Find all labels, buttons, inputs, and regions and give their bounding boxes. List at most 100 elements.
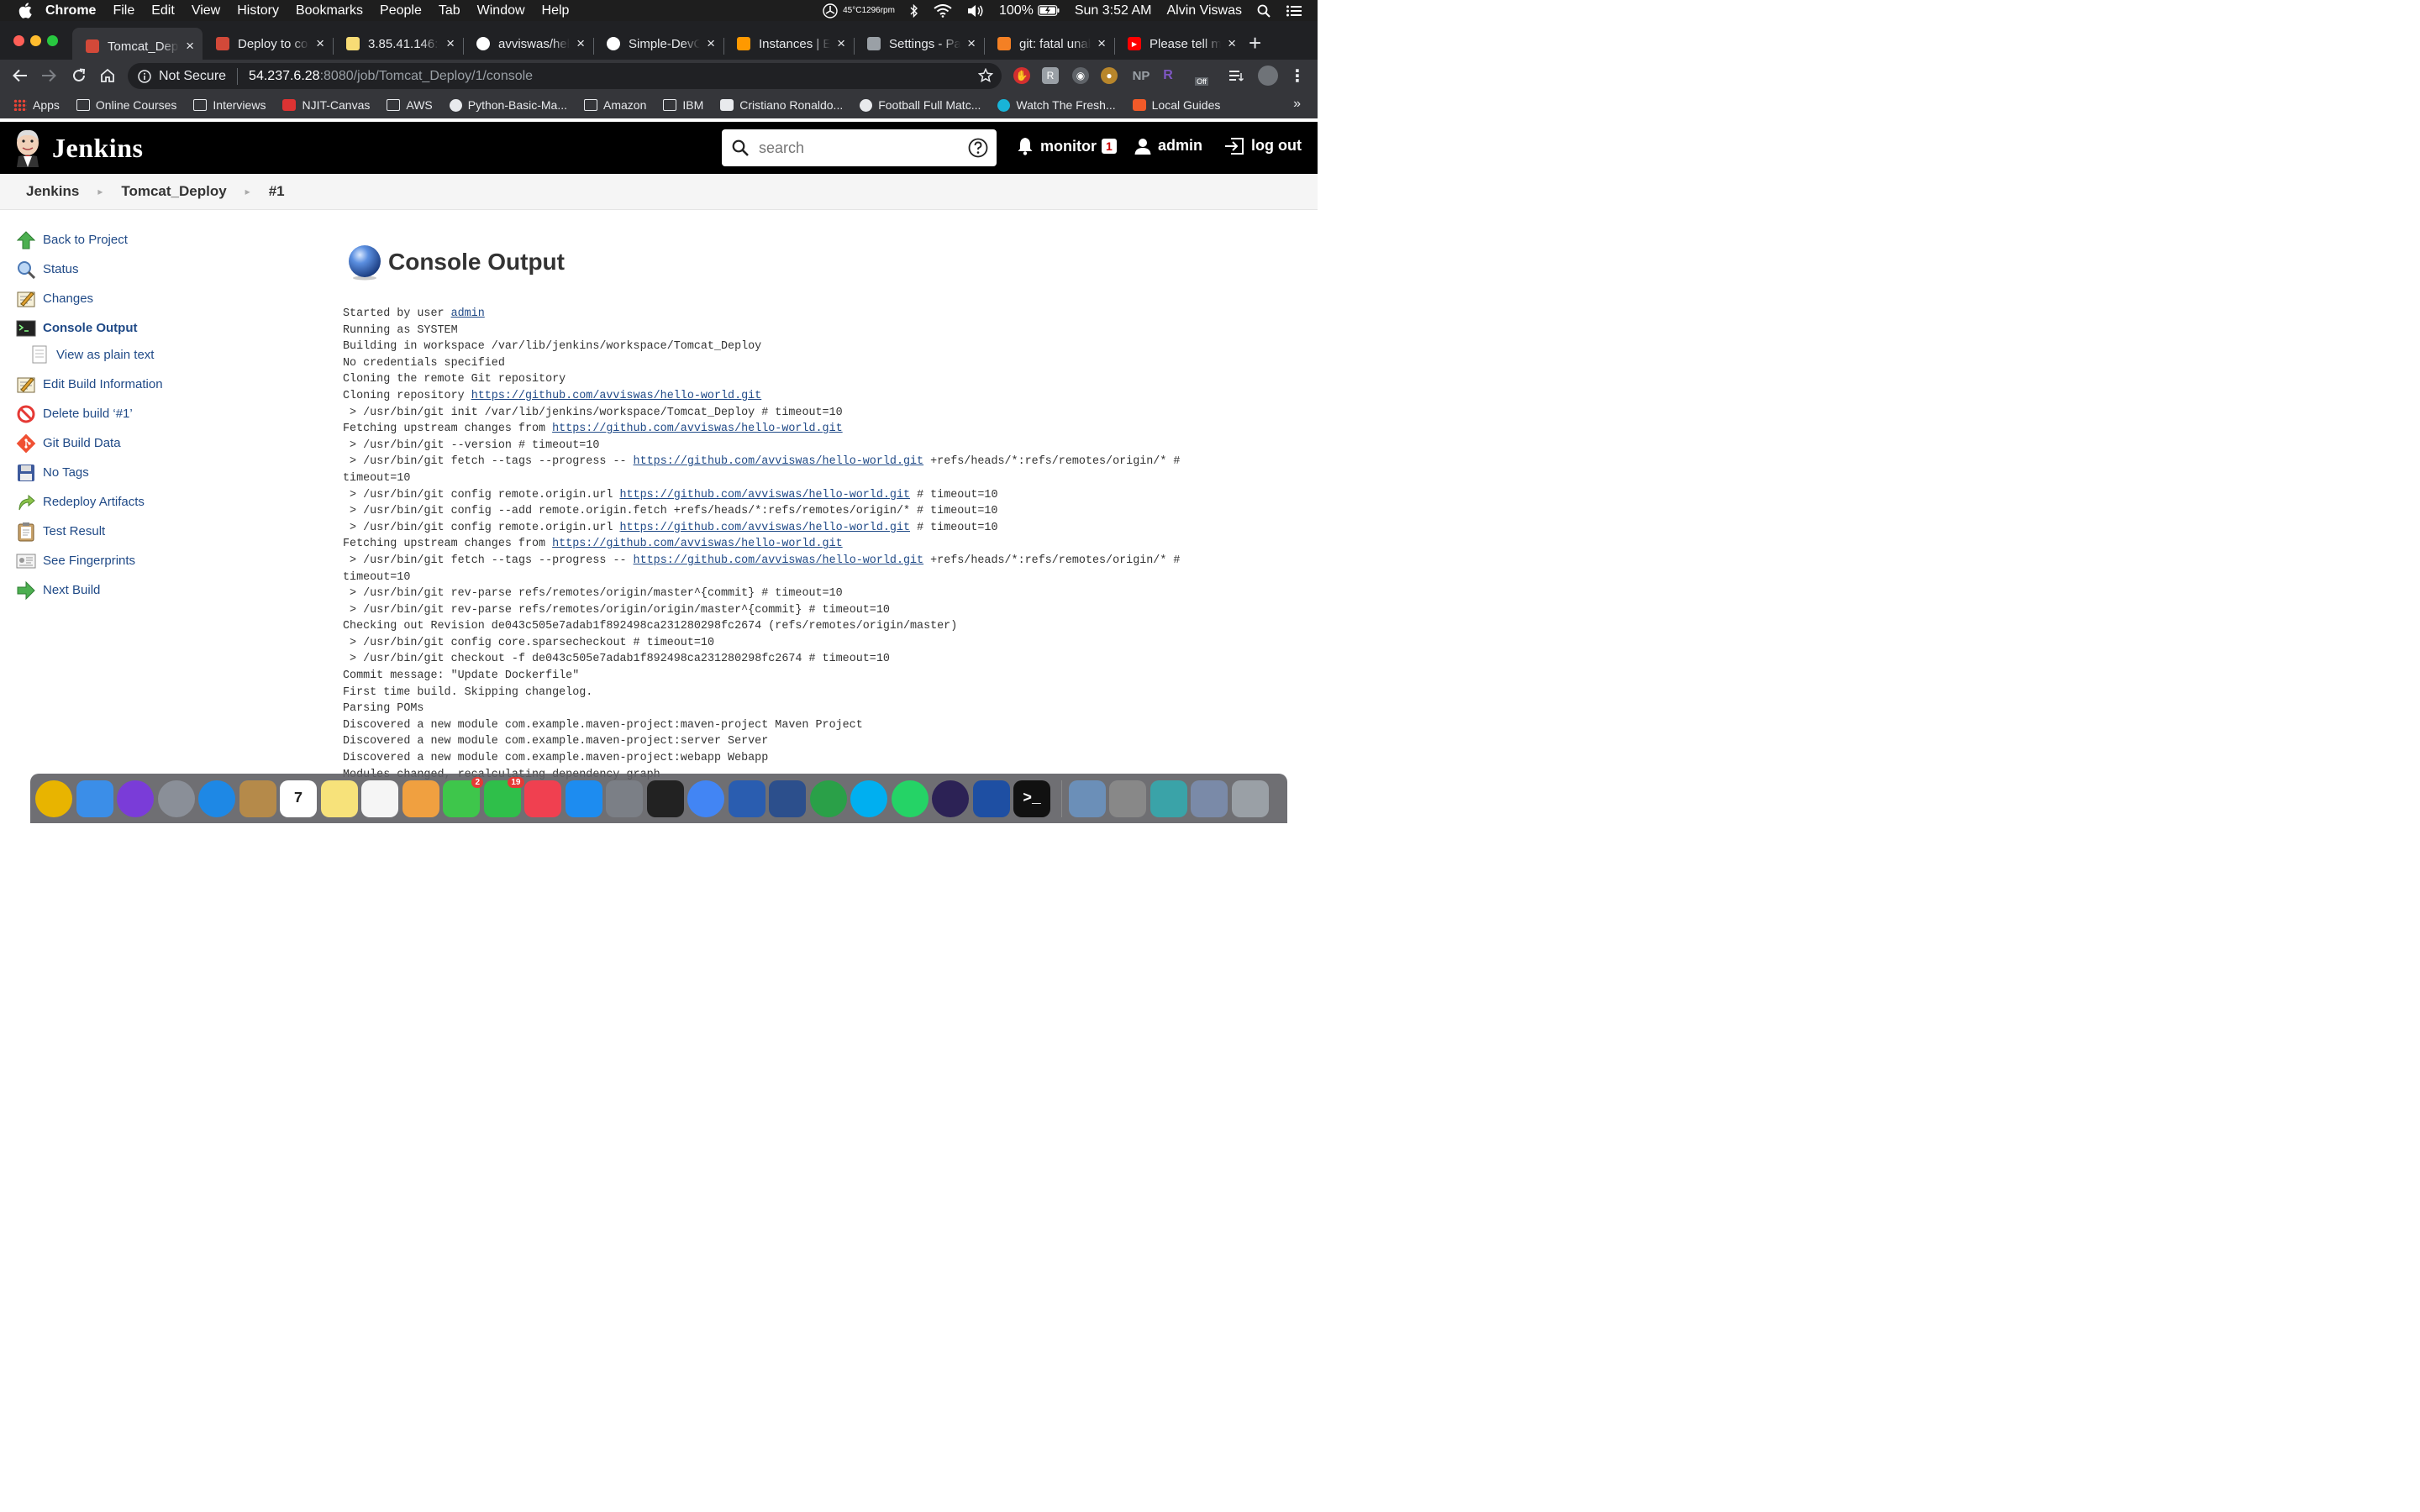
safari-icon[interactable] [198, 780, 235, 817]
breadcrumb-separator-icon[interactable]: ▸ [245, 186, 250, 197]
np-extension-icon[interactable]: NP [1129, 67, 1153, 84]
menu-item-file[interactable]: File [113, 3, 134, 18]
contacts-icon[interactable] [239, 780, 276, 817]
sidebar-item-changes[interactable]: Changes [15, 284, 292, 313]
console-link[interactable]: https://github.com/avviswas/hello-world.… [471, 390, 762, 402]
minimize-window-button[interactable] [30, 35, 41, 46]
breadcrumb-separator-icon[interactable]: ▸ [97, 186, 103, 197]
circle-app-icon[interactable] [809, 780, 847, 817]
eclipse-icon[interactable] [932, 780, 969, 817]
facetime-icon[interactable]: 19 [483, 776, 524, 817]
chrome-canary-icon[interactable] [35, 780, 72, 817]
finder-icon[interactable] [76, 780, 113, 817]
apple-icon[interactable] [18, 3, 34, 19]
calendar-icon[interactable]: 7 [280, 780, 317, 817]
home-icon[interactable] [96, 64, 119, 87]
console-link[interactable]: https://github.com/avviswas/hello-world.… [634, 554, 924, 567]
sidebar-item-redeploy-artifacts[interactable]: Redeploy Artifacts [15, 487, 292, 517]
sidebar-item-see-fingerprints[interactable]: See Fingerprints [15, 546, 292, 575]
sidebar-item-delete-build-1[interactable]: Delete build ‘#1’ [15, 399, 292, 428]
notes-icon[interactable] [320, 780, 358, 817]
disk-utility-icon[interactable] [1150, 780, 1187, 817]
info-icon[interactable] [138, 69, 151, 83]
reading-list-icon[interactable] [1228, 67, 1245, 84]
bookmark-item[interactable]: IBM [663, 98, 703, 112]
browser-tab[interactable]: 3.85.41.146:8080 × [333, 28, 463, 60]
bookmark-item[interactable]: Apps [13, 98, 60, 112]
reload-icon[interactable] [67, 64, 91, 87]
address-bar[interactable]: Not Secure 54.237.6.28:8080/job/Tomcat_D… [128, 63, 1002, 89]
bookmark-star-icon[interactable] [977, 67, 994, 87]
console-link[interactable]: https://github.com/avviswas/hello-world.… [619, 489, 910, 501]
skype-icon[interactable] [850, 780, 887, 817]
bookmark-item[interactable]: Local Guides [1132, 98, 1220, 112]
chrome-icon[interactable] [687, 780, 724, 817]
breadcrumb-jenkins[interactable]: Jenkins [26, 183, 79, 200]
console-link[interactable]: https://github.com/avviswas/hello-world.… [634, 455, 924, 468]
off-extension-icon[interactable]: Off [1192, 67, 1212, 86]
volume-icon[interactable] [967, 4, 984, 18]
keychain-icon[interactable] [1109, 780, 1146, 817]
search-box[interactable] [722, 129, 997, 166]
close-tab-icon[interactable]: × [186, 38, 194, 55]
whatsapp-icon[interactable] [891, 780, 929, 817]
bookmark-item[interactable]: Amazon [584, 98, 646, 112]
browser-tab[interactable]: Instances | EC2 × [723, 28, 854, 60]
close-tab-icon[interactable]: × [1228, 35, 1236, 52]
browser-tab[interactable]: Settings - Password × [854, 28, 984, 60]
messages-icon[interactable]: 2 [443, 776, 483, 817]
menu-item-tab[interactable]: Tab [439, 3, 460, 18]
sidebar-item-back-to-project[interactable]: Back to Project [15, 225, 292, 255]
terminal-app-icon[interactable]: >_ [1013, 780, 1050, 817]
browser-tab[interactable]: avviswas/hello-world × [463, 28, 593, 60]
r-extension-icon[interactable]: R [1160, 67, 1176, 84]
sidebar-item-next-build[interactable]: Next Build [15, 575, 292, 605]
close-tab-icon[interactable]: × [576, 35, 585, 52]
battery-status[interactable]: 100% [999, 3, 1060, 18]
bookmark-item[interactable]: AWS [387, 98, 433, 112]
user-name[interactable]: Alvin Viswas [1166, 3, 1242, 18]
sidebar-item-view-as-plain-text[interactable]: View as plain text [15, 343, 292, 366]
security-label[interactable]: Not Secure [159, 69, 226, 84]
reminders-icon[interactable] [361, 780, 398, 817]
close-window-button[interactable] [13, 35, 24, 46]
temperature-readout[interactable]: 45°C 1296rpm [843, 6, 895, 15]
close-tab-icon[interactable]: × [707, 35, 715, 52]
console-link[interactable]: https://github.com/avviswas/hello-world.… [619, 522, 910, 534]
sidebar-item-test-result[interactable]: Test Result [15, 517, 292, 546]
console-link[interactable]: https://github.com/avviswas/hello-world.… [552, 423, 843, 435]
back-icon[interactable] [8, 64, 32, 87]
logout-link[interactable]: log out [1224, 137, 1302, 155]
jenkins-home-link[interactable]: Jenkins [13, 129, 143, 167]
menu-app-name[interactable]: Chrome [45, 3, 96, 18]
browser-tab[interactable]: git: fatal unable × [984, 28, 1114, 60]
screens-icon[interactable] [769, 780, 806, 817]
menu-item-view[interactable]: View [192, 3, 220, 18]
bluetooth-icon[interactable] [910, 3, 918, 18]
close-tab-icon[interactable]: × [837, 35, 845, 52]
sidebar-item-no-tags[interactable]: No Tags [15, 458, 292, 487]
bookmark-item[interactable]: Cristiano Ronaldo... [720, 98, 843, 112]
menu-item-bookmarks[interactable]: Bookmarks [296, 3, 363, 18]
record-extension-icon[interactable]: ◉ [1072, 67, 1089, 84]
activity-monitor-icon[interactable] [646, 780, 684, 817]
control-center-icon[interactable] [1286, 4, 1302, 18]
bookmark-item[interactable]: Football Full Matc... [860, 98, 981, 112]
user-link[interactable]: admin [1134, 137, 1202, 155]
adblock-extension-icon[interactable]: ✋ [1013, 67, 1030, 84]
close-tab-icon[interactable]: × [446, 35, 455, 52]
photos-icon[interactable] [402, 780, 439, 817]
close-tab-icon[interactable]: × [316, 35, 324, 52]
bookmark-item[interactable]: Watch The Fresh... [997, 98, 1116, 112]
app-store-icon[interactable] [565, 780, 602, 817]
bookmark-item[interactable]: NJIT-Canvas [282, 98, 370, 112]
browser-tab[interactable]: Simple-DevOps × [593, 28, 723, 60]
bookmark-item[interactable]: Interviews [193, 98, 266, 112]
chrome-menu-icon[interactable]: ⋮ [1289, 67, 1306, 86]
breadcrumb-build[interactable]: #1 [269, 183, 285, 200]
sidebar-item-console-output[interactable]: Console Output [15, 313, 292, 343]
menu-item-window[interactable]: Window [477, 3, 525, 18]
close-tab-icon[interactable]: × [1097, 35, 1106, 52]
preview-icon[interactable] [1068, 780, 1106, 817]
sidebar-item-git-build-data[interactable]: Git Build Data [15, 428, 292, 458]
